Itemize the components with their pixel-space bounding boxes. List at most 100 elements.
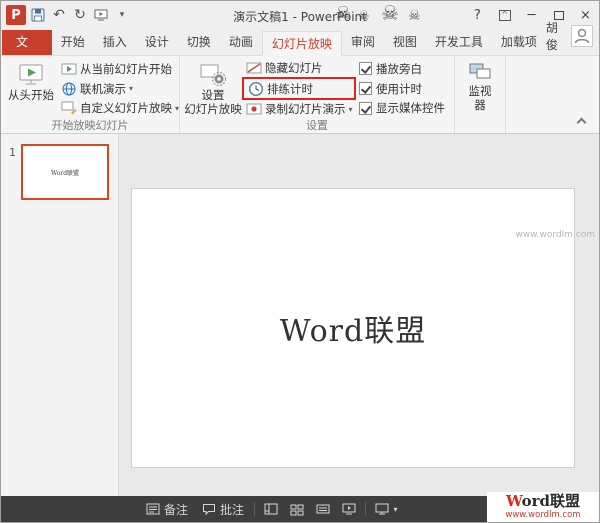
display-settings-button[interactable]: ▾: [369, 496, 403, 522]
rehearse-timings-button[interactable]: 排练计时: [247, 78, 314, 99]
notes-icon: [146, 503, 160, 515]
normal-view-icon: [264, 503, 278, 515]
reading-view-icon: [316, 504, 330, 514]
slideshow-screen-icon: [94, 9, 108, 21]
user-avatar-icon[interactable]: [571, 25, 593, 47]
skull-decoration: ☠: [335, 3, 352, 24]
redo-button[interactable]: ↻: [71, 5, 89, 25]
slideshow-view-icon: [342, 503, 356, 515]
comment-bubble-icon: [203, 504, 216, 516]
skull-decoration: ☠: [408, 8, 421, 24]
tab-developer[interactable]: 开发工具: [426, 30, 492, 55]
tab-addins[interactable]: 加载项: [492, 30, 546, 55]
setup-slideshow-label-line2: 幻灯片放映: [184, 101, 242, 116]
setup-slideshow-label-line1: 设置: [201, 88, 225, 102]
slide-canvas[interactable]: Word联盟: [131, 188, 575, 468]
ribbon: 从头开始 从当前幻灯片开始 联机演示 ▾ 自定义幻灯片放映 ▾ 开始放映幻灯片 …: [1, 56, 599, 134]
chevron-down-icon: ▾: [393, 504, 398, 514]
chevron-down-icon: ▾: [348, 104, 353, 114]
chevron-down-icon: ▾: [129, 84, 134, 93]
powerpoint-app-icon[interactable]: P: [6, 5, 26, 25]
tab-transitions[interactable]: 切换: [178, 30, 220, 55]
ribbon-group-start-slideshow: 从头开始 从当前幻灯片开始 联机演示 ▾ 自定义幻灯片放映 ▾ 开始放映幻灯片: [1, 56, 180, 133]
group-label-start-slideshow: 开始放映幻灯片: [51, 119, 129, 132]
powerpoint-window: P ↶ ↻ ▾ 演示文稿1 - PowerPoint ☠ ☠ ☠ ☠ ? ^ ─…: [0, 0, 600, 523]
brand-name: Word联盟: [505, 492, 581, 511]
hide-slide-button[interactable]: 隐藏幻灯片: [243, 59, 355, 77]
use-timings-checkbox[interactable]: 使用计时: [359, 79, 451, 99]
from-current-slide-button[interactable]: 从当前幻灯片开始: [58, 59, 176, 79]
save-button[interactable]: [29, 5, 47, 25]
normal-view-button[interactable]: [258, 496, 284, 522]
slideshow-view-button[interactable]: [336, 496, 362, 522]
slide-sorter-icon: [290, 504, 304, 516]
monitors-label-line1: 监视: [468, 84, 492, 98]
slide-sorter-view-button[interactable]: [284, 496, 310, 522]
globe-icon: [62, 82, 76, 95]
slide-editor-area: Word联盟 www.wordlm.com: [119, 134, 599, 496]
slide-title-text[interactable]: Word联盟: [280, 306, 426, 350]
record-slideshow-label: 录制幻灯片演示: [265, 102, 346, 116]
slide-thumbnail[interactable]: Word联盟: [21, 144, 109, 200]
comments-toggle-button[interactable]: 批注: [195, 496, 251, 522]
brand-chinese: 联盟: [550, 492, 581, 511]
ribbon-display-options-button[interactable]: ^: [491, 1, 518, 29]
tab-file[interactable]: 文件: [2, 30, 52, 74]
customize-quick-access-dropdown[interactable]: ▾: [113, 5, 131, 25]
checkbox-checked-icon: [359, 62, 372, 76]
checkbox-checked-icon: [359, 82, 372, 95]
setup-slideshow-button[interactable]: 设置 幻灯片放映: [183, 58, 243, 118]
record-slideshow-icon: [246, 103, 262, 115]
help-button[interactable]: ?: [464, 1, 491, 29]
record-slideshow-button[interactable]: 录制幻灯片演示 ▾: [243, 100, 355, 118]
ribbon-tab-row: 文件 开始 插入 设计 切换 动画 幻灯片放映 审阅 视图 开发工具 加载项 胡…: [1, 21, 599, 74]
chevron-up-icon: [576, 117, 586, 128]
rehearse-timings-label: 排练计时: [267, 81, 313, 96]
from-current-slide-icon: [61, 63, 77, 75]
user-account[interactable]: 胡俊: [546, 19, 599, 55]
present-online-button[interactable]: 联机演示 ▾: [58, 79, 176, 99]
checkbox-checked-icon: [359, 101, 372, 115]
thumbnail-text: Word联盟: [50, 169, 80, 177]
tab-home[interactable]: 开始: [52, 30, 94, 55]
user-name: 胡俊: [545, 21, 558, 52]
present-online-label: 联机演示: [80, 81, 126, 96]
from-current-slide-label: 从当前幻灯片开始: [80, 61, 172, 76]
slide-number: 1: [9, 146, 16, 159]
from-beginning-icon: [19, 64, 43, 85]
play-narrations-checkbox[interactable]: 播放旁白: [359, 59, 451, 79]
brand-letter-w: W: [505, 492, 522, 511]
custom-slideshow-icon: [61, 101, 77, 115]
custom-slideshow-label: 自定义幻灯片放映: [80, 101, 172, 116]
monitors-label-line2: 器: [474, 97, 486, 112]
show-media-controls-checkbox[interactable]: 显示媒体控件: [359, 98, 451, 118]
from-beginning-button[interactable]: 从头开始: [4, 58, 58, 118]
tab-review[interactable]: 审阅: [342, 30, 384, 55]
custom-slideshow-button[interactable]: 自定义幻灯片放映 ▾: [58, 98, 179, 118]
workspace: 1 Word联盟 Word联盟 www.wordlm.com: [1, 134, 599, 496]
notes-toggle-button[interactable]: 备注: [139, 496, 195, 522]
hide-slide-label: 隐藏幻灯片: [265, 61, 323, 75]
wordlm-brand-watermark: Word联盟 www.wordlm.com: [487, 492, 599, 522]
quick-access-toolbar: P ↶ ↻ ▾: [1, 5, 131, 25]
tab-animations[interactable]: 动画: [220, 30, 262, 55]
from-beginning-label: 从头开始: [8, 88, 54, 102]
collapse-ribbon-button[interactable]: [575, 116, 587, 128]
person-icon: [574, 28, 590, 44]
tab-design[interactable]: 设计: [136, 30, 178, 55]
reading-view-button[interactable]: [310, 496, 336, 522]
monitors-button[interactable]: 监视 器: [458, 58, 502, 118]
setup-group-column: 隐藏幻灯片 排练计时 录制幻灯片演示 ▾: [242, 58, 356, 118]
undo-button[interactable]: ↶: [50, 5, 68, 25]
use-timings-label: 使用计时: [376, 81, 422, 96]
skull-decoration: ☠: [358, 9, 370, 24]
setup-checkbox-column: 播放旁白 使用计时 显示媒体控件: [355, 58, 451, 118]
statusbar-separator: [254, 502, 256, 516]
tab-slideshow[interactable]: 幻灯片放映: [261, 31, 342, 56]
tab-view[interactable]: 视图: [384, 30, 426, 55]
minimize-button[interactable]: ─: [518, 1, 545, 29]
titlebar: P ↶ ↻ ▾ 演示文稿1 - PowerPoint ☠ ☠ ☠ ☠ ? ^ ─…: [1, 1, 599, 29]
tab-insert[interactable]: 插入: [94, 30, 136, 55]
monitor-icon: [375, 503, 389, 515]
start-from-beginning-quick-button[interactable]: [92, 5, 110, 25]
